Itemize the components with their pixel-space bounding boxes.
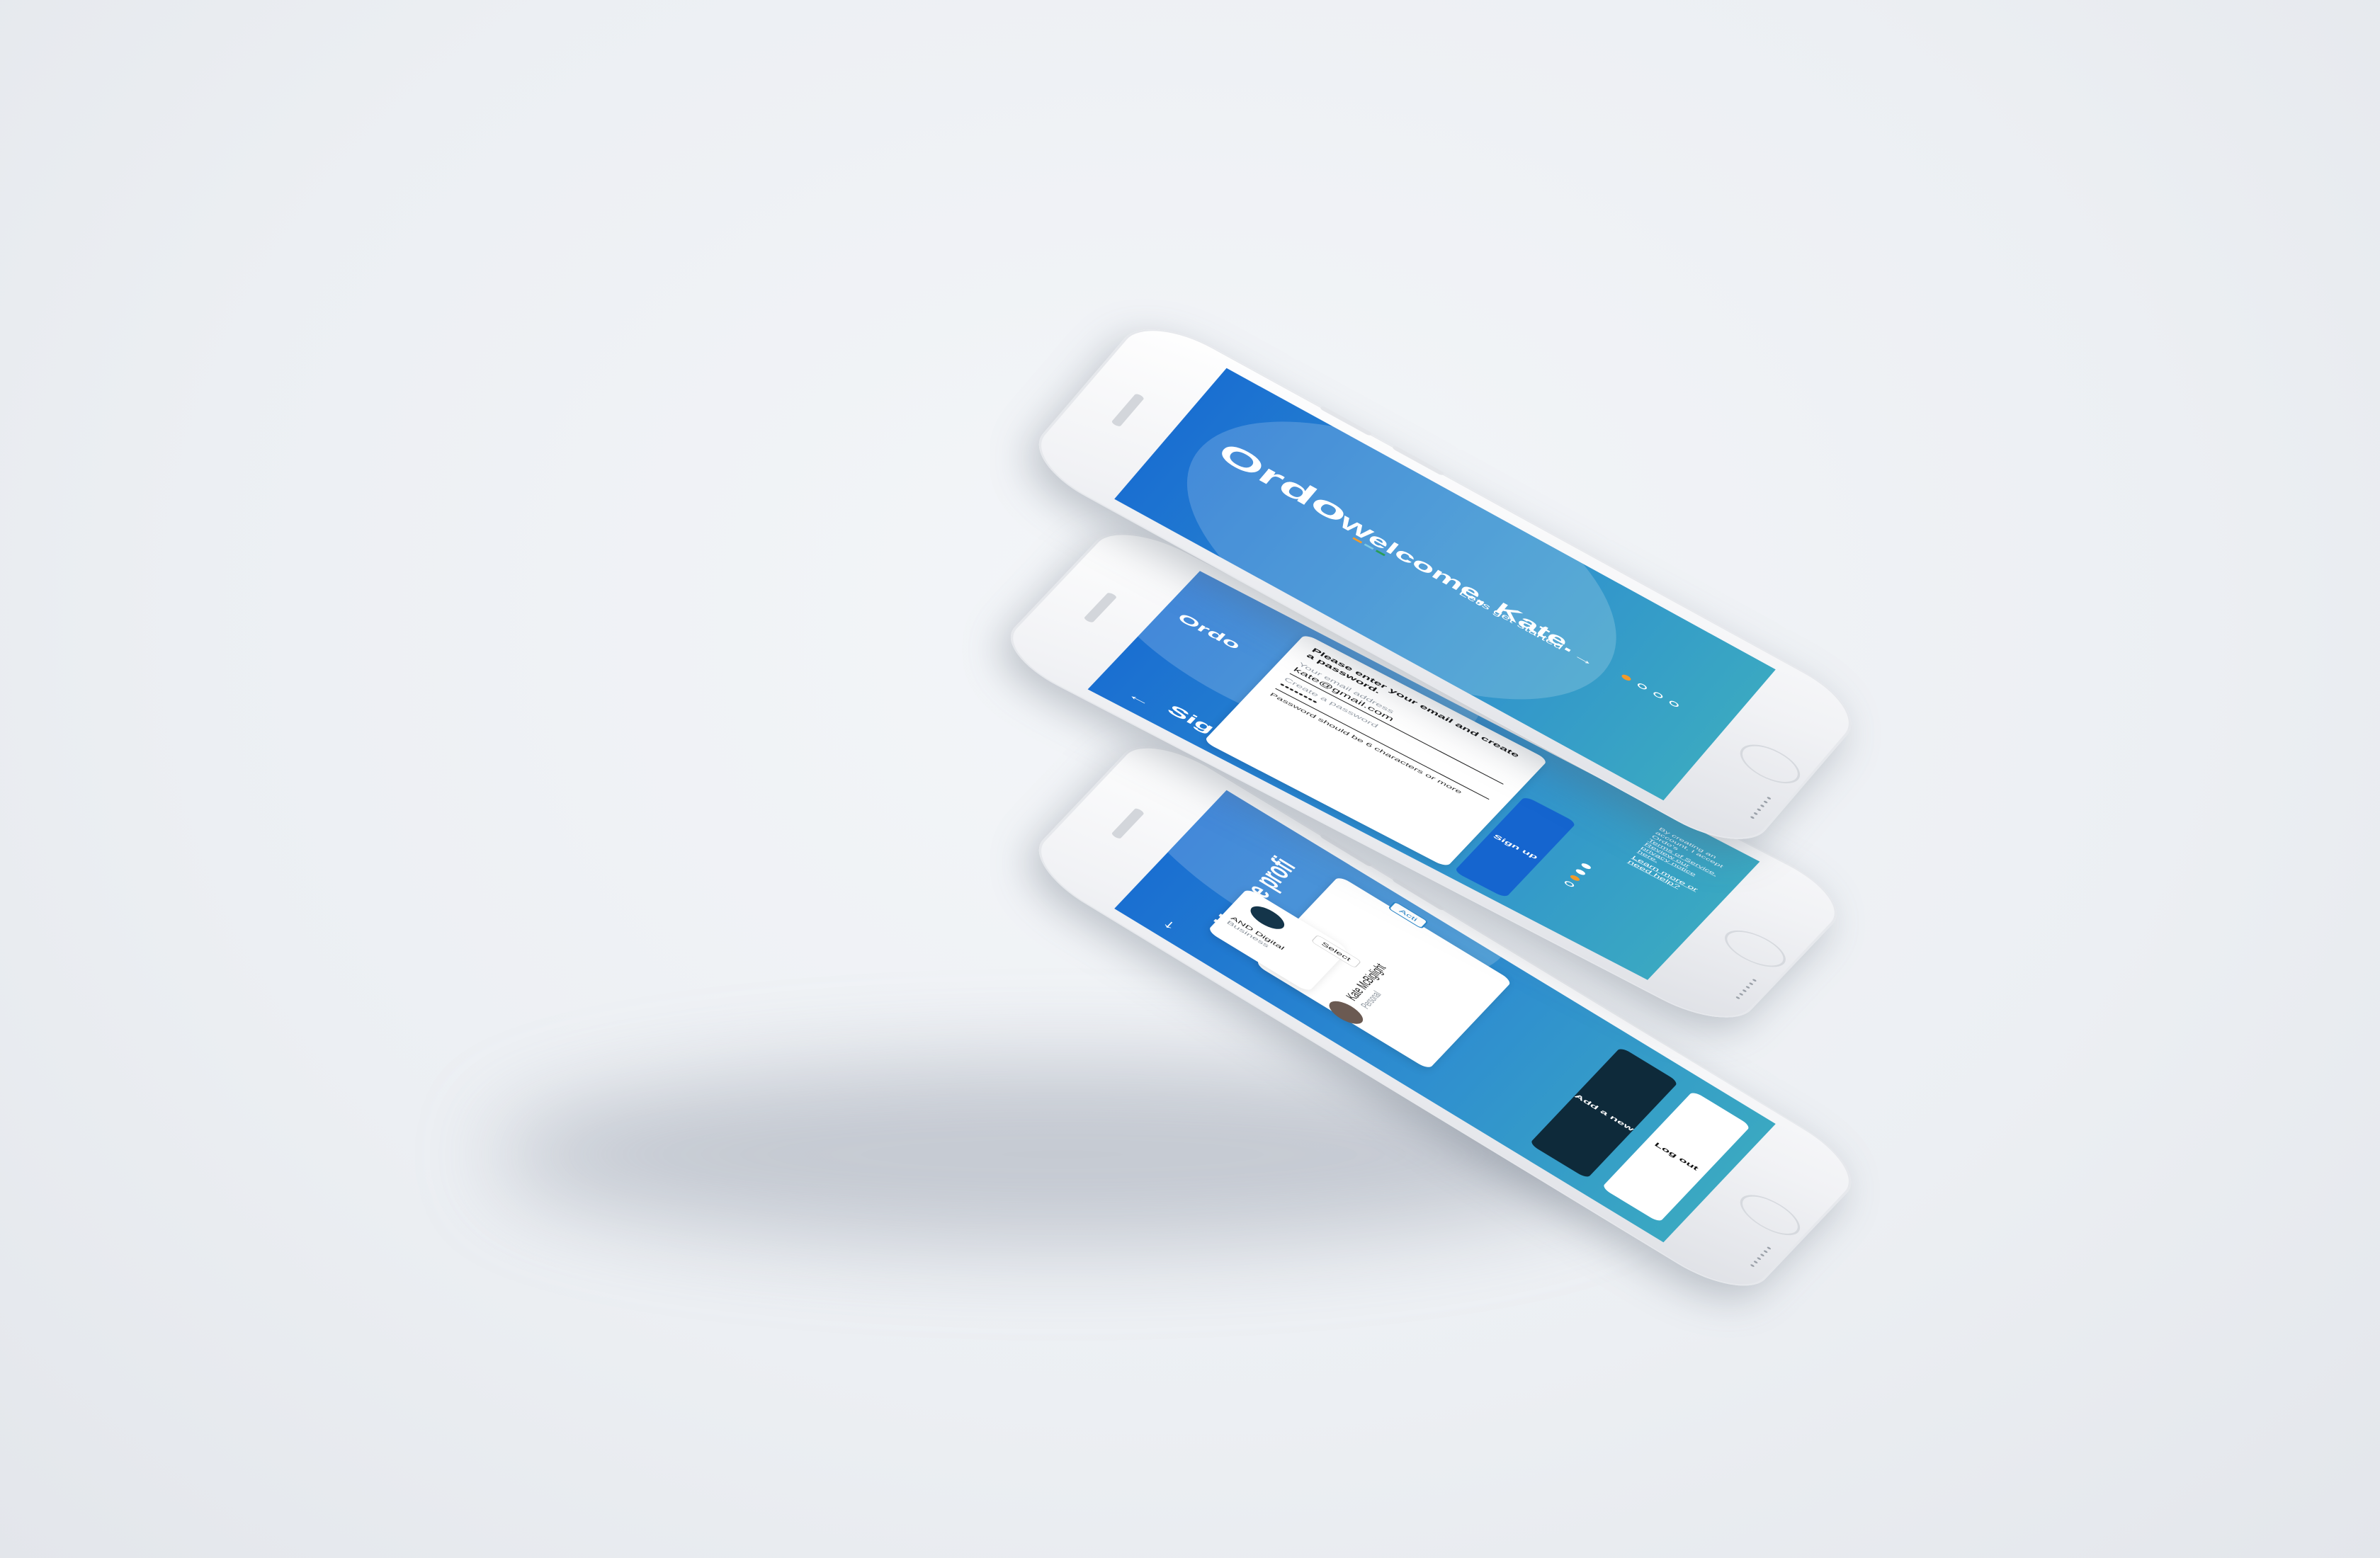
home-button[interactable] bbox=[1716, 923, 1794, 974]
home-button[interactable] bbox=[1732, 737, 1808, 792]
terms-text: By creating an account, I accept Ordo's … bbox=[1626, 826, 1735, 902]
back-arrow-icon[interactable]: ← bbox=[1148, 909, 1184, 936]
earpiece-speaker bbox=[1111, 392, 1145, 428]
speaker-grille bbox=[1750, 1246, 1772, 1268]
earpiece-speaker bbox=[1111, 807, 1145, 840]
pager-dot bbox=[1668, 699, 1680, 708]
pager-dots bbox=[1563, 862, 1592, 888]
pager-dot bbox=[1563, 880, 1575, 888]
pager-dot bbox=[1652, 690, 1665, 700]
pager-dot bbox=[1636, 682, 1648, 691]
earpiece-speaker bbox=[1083, 591, 1118, 624]
pager-dot bbox=[1569, 874, 1581, 882]
pager-dots bbox=[1620, 673, 1680, 708]
speaker-grille bbox=[1750, 796, 1772, 819]
back-arrow-icon[interactable]: ← bbox=[1124, 688, 1155, 709]
pager-dot-active bbox=[1620, 673, 1633, 682]
pager-dot bbox=[1580, 862, 1592, 870]
list-item[interactable]: Kate McBiglight Personal bbox=[1315, 922, 1442, 1033]
speaker-grille bbox=[1735, 978, 1757, 1000]
home-button[interactable] bbox=[1732, 1187, 1808, 1243]
pager-dot bbox=[1574, 868, 1587, 876]
